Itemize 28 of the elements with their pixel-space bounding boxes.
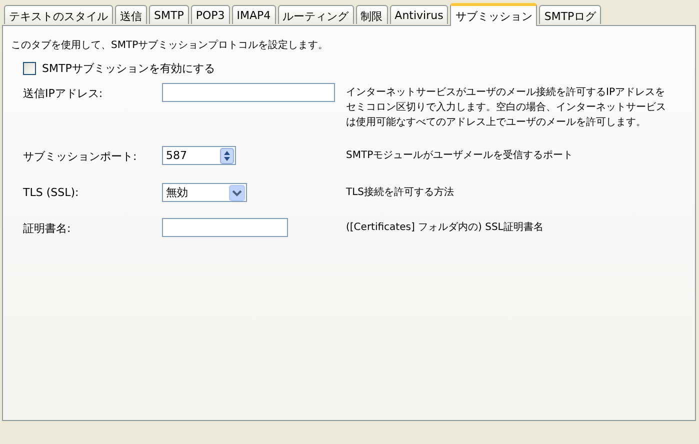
port-spinner[interactable]: 587 — [162, 146, 236, 165]
input-field[interactable] — [162, 218, 288, 237]
field-description: TLS接続を許可する方法 — [346, 186, 456, 200]
tab[interactable]: サブミッション — [450, 3, 538, 26]
input-field[interactable] — [162, 83, 335, 102]
tab[interactable]: テキストのスタイル — [4, 5, 113, 24]
tab[interactable]: POP3 — [190, 5, 230, 24]
field-description: ([Certificates] フォルダ内の) SSL証明書名 — [346, 220, 544, 235]
field-label: 証明書名: — [23, 221, 72, 236]
field-description: インターネットサービスがユーザのメール接続を許可するIPアドレスをセミコロン区切りで入力します。空白の場合、インターネットサービスは使用可能なすべてのアドレス上でユーザのメールを許可します。 — [346, 86, 667, 130]
spin-arrows-icon[interactable] — [220, 148, 234, 164]
dropdown-value: 無効 — [166, 185, 188, 200]
tab[interactable]: 制限 — [356, 5, 388, 24]
field-label: 送信IPアドレス: — [23, 86, 104, 101]
field-description: SMTPモジュールがユーザメールを受信するポート — [346, 148, 574, 163]
checkbox-label: SMTPサブミッションを有効にする — [42, 61, 215, 76]
tab[interactable]: SMTP — [149, 5, 189, 24]
spinner-value: 587 — [166, 149, 187, 162]
tab[interactable]: Antivirus — [390, 5, 448, 24]
intro-text: このタブを使用して、SMTPサブミッションプロトコルを設定します。 — [11, 38, 330, 52]
tab[interactable]: IMAP4 — [232, 5, 276, 24]
field-label: サブミッションポート: — [23, 149, 138, 164]
tab[interactable]: 送信 — [115, 5, 147, 24]
checkbox[interactable] — [23, 62, 36, 75]
tab[interactable]: ルーティング — [278, 5, 354, 24]
tab[interactable]: SMTPログ — [539, 5, 602, 24]
tls-dropdown[interactable]: 無効 — [162, 183, 247, 202]
field-label: TLS (SSL): — [23, 185, 80, 199]
